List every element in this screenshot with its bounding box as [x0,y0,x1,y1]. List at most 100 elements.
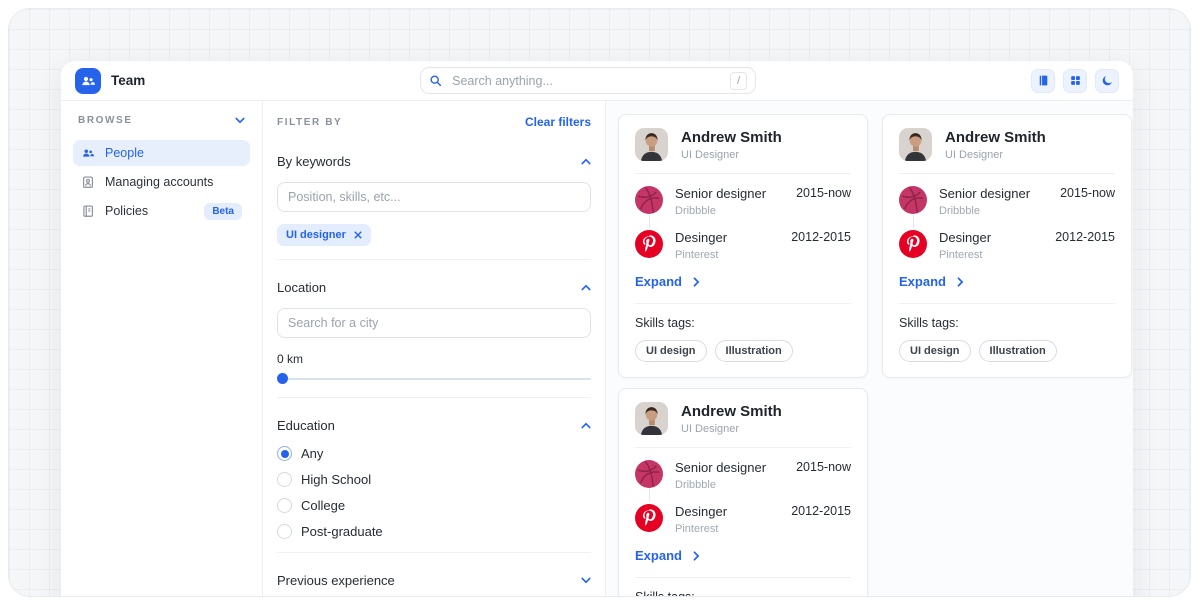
section-divider [277,552,591,553]
people-logo-icon [80,73,96,89]
search-shortcut-key: / [730,72,747,90]
person-card: Andrew Smith UI Designer Senior designer [618,114,868,378]
education-option-college[interactable]: College [277,498,591,513]
person-name: Andrew Smith [681,129,782,146]
clear-filters-button[interactable]: Clear filters [525,115,591,129]
education-option-high-school[interactable]: High School [277,472,591,487]
search-input[interactable] [450,73,722,89]
expand-button[interactable]: Expand [635,274,700,289]
card-divider [635,173,851,174]
keyword-tags: UI designer [277,224,591,246]
person-card: Andrew Smith UI Designer Senior designer [882,114,1132,378]
position-title: Senior designer [675,460,766,475]
card-header: Andrew Smith UI Designer [899,128,1115,161]
radio-selected-icon[interactable] [277,446,292,461]
sidebar-item-label: Managing accounts [105,175,213,189]
chevron-right-icon [693,551,700,561]
app-logo [75,68,101,94]
experience-label: Previous experience [277,573,395,588]
dark-mode-button[interactable] [1095,69,1119,93]
sidebar-item-managing-accounts[interactable]: Managing accounts [73,169,250,195]
filter-panel-header: FILTER BY Clear filters [277,115,591,129]
avatar [635,402,668,435]
journal-icon [81,204,95,218]
chevron-down-icon [235,117,245,124]
keywords-section-toggle[interactable]: By keywords [277,147,591,176]
grid-icon [1069,74,1082,87]
sidebar-item-policies[interactable]: Policies Beta [73,198,250,224]
pinterest-icon [635,504,663,532]
search-box[interactable]: / [420,67,756,94]
distance-slider[interactable] [277,373,591,384]
card-header: Andrew Smith UI Designer [635,128,851,161]
sidebar-item-label: People [105,146,144,160]
chevron-down-icon [581,577,591,584]
education-option-post-graduate[interactable]: Post-graduate [277,524,591,539]
education-section-toggle[interactable]: Education [277,411,591,440]
skill-tag: UI design [899,340,971,362]
education-label: Education [277,418,335,433]
position-company: Dribbble [675,479,766,491]
radio-label: Post-graduate [301,524,383,539]
card-divider [635,303,851,304]
location-label: Location [277,280,326,295]
dribbble-icon [635,186,663,214]
section-divider [277,397,591,398]
position-period: 2015-now [796,460,851,491]
expand-button[interactable]: Expand [635,548,700,563]
skills-tags: UI design Illustration [635,340,851,362]
radio-label: Any [301,446,323,461]
header-actions [1031,69,1119,93]
app-window: Team / [61,61,1133,597]
chevron-up-icon [581,284,591,291]
card-divider [899,173,1115,174]
desktop-background: Team / [8,8,1191,597]
skill-tag: Illustration [715,340,793,362]
slider-knob[interactable] [277,373,288,384]
search-area: / [145,67,1031,94]
city-search-input[interactable] [277,308,591,338]
card-divider [899,303,1115,304]
position-item: Desinger Pinterest 2012-2015 [635,504,851,535]
beta-badge: Beta [204,203,242,220]
skills-tags: UI design Illustration [899,340,1115,362]
radio-label: College [301,498,345,513]
keyword-tag[interactable]: UI designer [277,224,371,246]
app-title: Team [111,73,145,88]
card-divider [635,447,851,448]
keywords-label: By keywords [277,154,351,169]
expand-button[interactable]: Expand [899,274,964,289]
position-company: Pinterest [939,249,991,261]
position-company: Pinterest [675,523,727,535]
apps-button[interactable] [1063,69,1087,93]
remove-tag-icon[interactable] [354,231,362,239]
filter-panel: FILTER BY Clear filters By keywords UI d… [263,101,606,597]
pinterest-icon [899,230,927,258]
radio-icon[interactable] [277,498,292,513]
browse-section-toggle[interactable]: BROWSE [73,115,250,126]
position-item: Senior designer Dribbble 2015-now [635,186,851,217]
slider-track[interactable] [277,378,591,380]
people-icon [81,146,95,160]
experience-section-toggle[interactable]: Previous experience [277,566,591,595]
location-section-toggle[interactable]: Location [277,273,591,302]
education-option-any[interactable]: Any [277,446,591,461]
position-company: Dribbble [939,205,1030,217]
position-title: Desinger [675,504,727,519]
app-body: BROWSE People [61,101,1133,597]
book-icon [1037,74,1050,87]
sidebar-item-label: Policies [105,204,148,218]
position-period: 2015-now [1060,186,1115,217]
position-period: 2012-2015 [791,230,851,261]
sidebar-item-people[interactable]: People [73,140,250,166]
library-button[interactable] [1031,69,1055,93]
position-company: Pinterest [675,249,727,261]
keywords-input[interactable] [277,182,591,212]
position-title: Desinger [939,230,991,245]
chevron-up-icon [581,422,591,429]
person-card: Andrew Smith UI Designer Senior designer [618,388,868,597]
radio-icon[interactable] [277,524,292,539]
person-name: Andrew Smith [945,129,1046,146]
radio-icon[interactable] [277,472,292,487]
person-name: Andrew Smith [681,403,782,420]
